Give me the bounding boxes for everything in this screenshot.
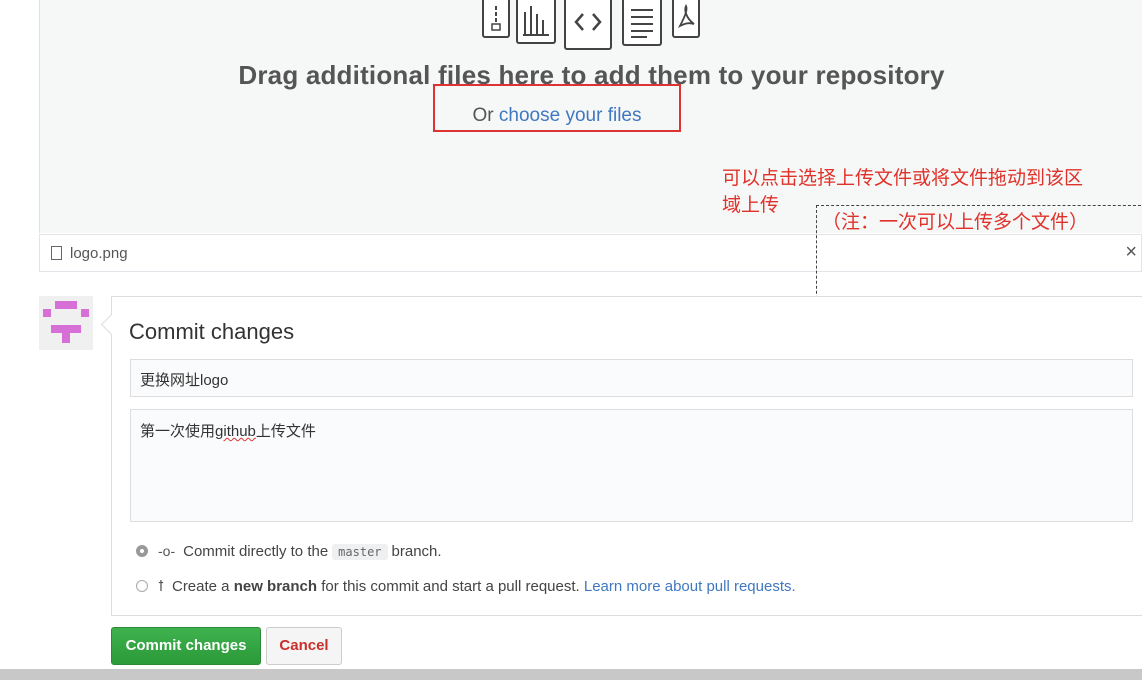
desc-text-after: 上传文件	[255, 423, 316, 440]
window-bottom-bar	[0, 669, 1142, 680]
learn-more-link[interactable]: Learn more about pull requests.	[584, 578, 796, 595]
commit-direct-option[interactable]: -o- Commit directly to the master branch.	[136, 543, 442, 560]
file-type-icons	[476, 0, 776, 50]
commit-direct-radio[interactable]	[136, 545, 148, 557]
new-branch-label-bold: new branch	[233, 578, 318, 595]
chart-file-icon	[516, 0, 556, 44]
file-icon	[51, 246, 62, 260]
zip-file-icon	[482, 0, 510, 38]
annotation-note: （注：一次可以上传多个文件）	[822, 211, 1089, 233]
annotation-line-1: 可以点击选择上传文件或将文件拖动到该区	[722, 167, 1084, 189]
cancel-button[interactable]: Cancel	[266, 627, 342, 665]
commit-form: Commit changes 更换网址logo 第一次使用github上传文件 …	[111, 296, 1142, 616]
uploaded-file-name: logo.png	[70, 245, 128, 262]
commit-changes-button[interactable]: Commit changes	[111, 627, 261, 665]
commit-description-textarea[interactable]: 第一次使用github上传文件	[130, 409, 1133, 522]
choose-files-prefix: Or	[472, 105, 499, 126]
new-branch-label-pre: Create a	[171, 578, 230, 595]
choose-files-line: Or choose your files	[433, 105, 681, 127]
new-branch-label-post: for this commit and start a pull request…	[321, 578, 580, 595]
desc-text-before: 第一次使用	[140, 423, 216, 440]
new-branch-radio[interactable]	[136, 580, 148, 592]
commit-summary-input[interactable]: 更换网址logo	[130, 359, 1133, 397]
desc-text-squiggly: github	[215, 423, 256, 440]
commit-direct-suffix: branch.	[391, 543, 442, 560]
git-commit-icon: -o-	[158, 543, 176, 559]
commit-form-title: Commit changes	[129, 319, 295, 344]
branch-name-pill: master	[332, 544, 388, 560]
text-file-icon	[622, 0, 662, 46]
new-branch-option[interactable]: ꝉ Create a new branch for this commit and…	[136, 578, 796, 595]
choose-files-link[interactable]: choose your files	[499, 105, 642, 126]
code-file-icon	[564, 0, 612, 50]
commit-direct-label: Commit directly to the	[183, 543, 329, 560]
avatar	[39, 296, 93, 350]
pull-request-icon: ꝉ	[158, 578, 164, 594]
pdf-file-icon	[672, 0, 700, 38]
